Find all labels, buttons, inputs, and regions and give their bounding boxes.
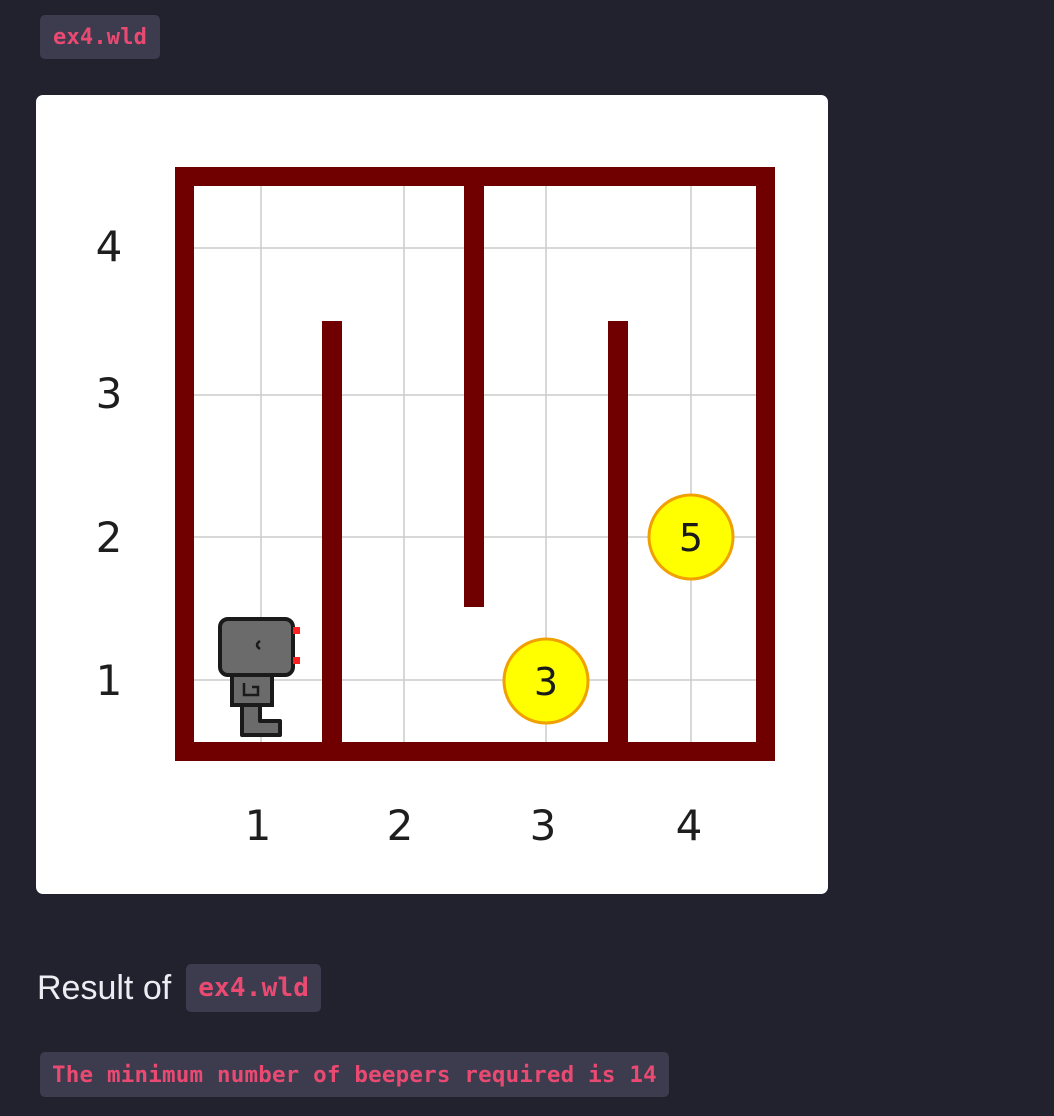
wall-between-avenue-3-4 — [608, 321, 628, 751]
result-filename-chip: ex4.wld — [186, 964, 322, 1012]
karel-world-canvas: 3 5 1 2 3 4 1 2 3 4 — [96, 167, 775, 850]
y-tick-label: 2 — [96, 513, 123, 562]
result-heading: Result of ex4.wld — [37, 962, 322, 1014]
wall-bottom — [175, 742, 775, 761]
beeper: 3 — [502, 637, 590, 725]
y-tick-label: 3 — [96, 369, 123, 418]
wall-right — [756, 167, 775, 761]
x-tick-label: 1 — [245, 801, 272, 850]
robot-icon — [218, 617, 300, 737]
beeper-count: 3 — [534, 660, 558, 704]
y-tick-label: 4 — [96, 222, 123, 271]
x-tick-label: 2 — [387, 801, 414, 850]
program-output-chip: The minimum number of beepers required i… — [40, 1052, 669, 1097]
beeper: 5 — [647, 493, 735, 581]
wall-between-avenue-1-2 — [322, 321, 342, 751]
beeper-count: 5 — [679, 516, 703, 560]
y-tick-label: 1 — [96, 656, 123, 705]
wall-left — [175, 167, 194, 761]
wall-between-avenue-2-3 — [464, 175, 484, 607]
karel-world-image: 3 5 1 2 3 4 1 2 3 4 — [36, 95, 828, 894]
filename-code-chip: ex4.wld — [40, 15, 161, 59]
x-tick-label: 3 — [530, 801, 557, 850]
x-tick-label: 4 — [676, 801, 703, 850]
result-heading-text: Result of — [37, 968, 172, 1007]
